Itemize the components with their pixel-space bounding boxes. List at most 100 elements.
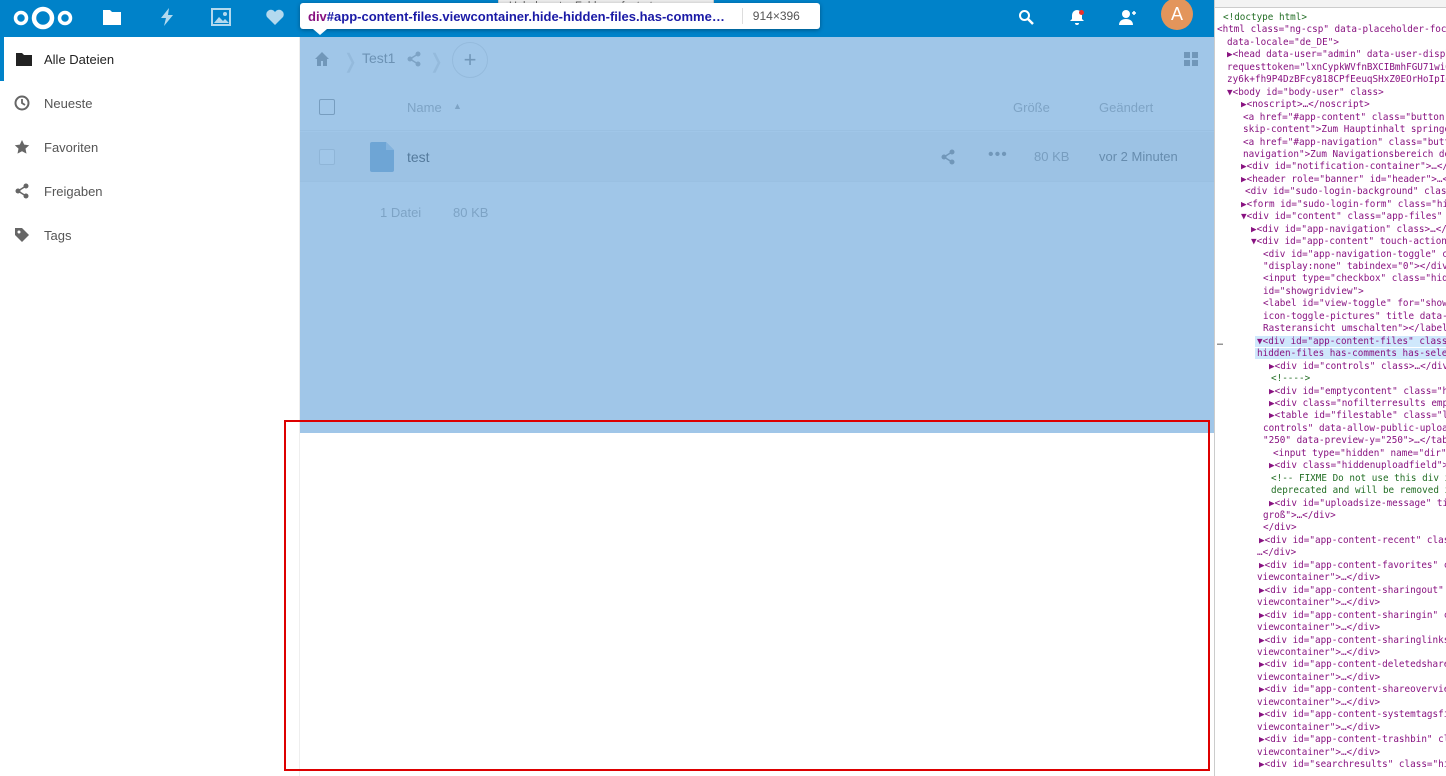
home-icon[interactable]	[314, 51, 330, 72]
notifications-icon[interactable]	[1064, 4, 1090, 30]
grid-view-icon[interactable]	[1183, 51, 1199, 72]
dom-node-line[interactable]: ▶<head data-user="admin" data-user-displ…	[1227, 49, 1446, 60]
dom-node-line[interactable]: <div id="sudo-login-background" class=	[1245, 186, 1446, 197]
column-header-modified[interactable]: Geändert	[1099, 100, 1153, 115]
search-icon[interactable]	[1013, 4, 1039, 30]
dom-node-line[interactable]: hidden-files has-comments has-select	[1255, 348, 1446, 360]
dom-node-line[interactable]: <a href="#app-content" class="button p	[1243, 112, 1446, 123]
avatar[interactable]: A	[1161, 0, 1193, 30]
column-header-name[interactable]: Name	[407, 100, 442, 115]
dom-node-line[interactable]: viewcontainer">…</div>	[1257, 597, 1380, 608]
dom-node-line[interactable]: ▶<div id="controls" class>…</div>	[1269, 361, 1446, 372]
dom-node-line[interactable]: <input type="hidden" name="dir" i	[1273, 448, 1446, 459]
dom-node-line[interactable]: navigation">Zum Navigationsbereich der	[1243, 149, 1446, 160]
dom-node-line[interactable]: viewcontainer">…</div>	[1257, 572, 1380, 583]
dom-node-line[interactable]: requesttoken="lxnCypkWVfnBXCIBmhFGU71wiO…	[1227, 62, 1446, 73]
dom-node-line[interactable]: viewcontainer">…</div>	[1257, 722, 1380, 733]
column-header-size[interactable]: Größe	[1013, 100, 1050, 115]
dom-node-line[interactable]: ▶<div id="app-content-systemtagsfilt	[1259, 709, 1446, 720]
dom-node-line[interactable]: viewcontainer">…</div>	[1257, 622, 1380, 633]
dom-node-line[interactable]: ▶<div id="app-content-shareoverview"	[1259, 684, 1446, 695]
files-icon[interactable]	[99, 4, 125, 30]
dom-node-line[interactable]: ▼<div id="app-content-files" class="	[1255, 335, 1446, 347]
dom-node-line[interactable]: ▶<div id="app-navigation" class>…</div	[1251, 224, 1446, 235]
dom-node-line[interactable]: controls" data-allow-public-upload	[1263, 423, 1446, 434]
dom-node-line[interactable]: ▶<div class="nofilterresults empty	[1269, 398, 1446, 409]
dom-node-line[interactable]: Rasteransicht umschalten"></label>	[1263, 323, 1446, 334]
dom-node-line[interactable]: zy6k+fh9P4DzBFcy818CPfEeuqSHxZ0EOrHoIpId…	[1227, 74, 1446, 85]
dom-node-line[interactable]: <!doctype html>	[1223, 12, 1307, 23]
dom-node-line[interactable]: "250" data-preview-y="250">…</tabl	[1263, 435, 1446, 446]
dom-node-line[interactable]: ▶<div id="app-content-recent" class	[1259, 535, 1446, 546]
table-header: Name ▲ Größe Geändert	[300, 87, 1214, 131]
devtools-toolbar	[1215, 0, 1446, 8]
dom-node-line[interactable]: deprecated and will be removed in	[1271, 485, 1446, 496]
dom-node-line[interactable]: <!-- FIXME Do not use this div in	[1271, 473, 1446, 484]
file-name[interactable]: test	[407, 149, 430, 165]
favorites-icon[interactable]	[262, 4, 288, 30]
share-icon[interactable]	[940, 149, 956, 168]
more-actions-icon[interactable]: •••	[988, 146, 1008, 164]
dom-node-line[interactable]: <div id="app-navigation-toggle" cla	[1263, 249, 1446, 260]
dom-node-line[interactable]: …</div>	[1257, 547, 1296, 558]
dom-node-line[interactable]: viewcontainer">…</div>	[1257, 747, 1380, 758]
select-all-checkbox[interactable]	[319, 99, 335, 115]
photos-icon[interactable]	[208, 4, 234, 30]
dom-node-line[interactable]: <label id="view-toggle" for="showgr	[1263, 298, 1446, 309]
dom-node-line[interactable]: "display:none" tabindex="0"></div>	[1263, 261, 1446, 272]
dom-node-line[interactable]: ▶<div id="app-content-sharingin" cla	[1259, 610, 1446, 621]
dom-node-line[interactable]: ▶<div class="hiddenuploadfield">…<	[1269, 460, 1446, 471]
dom-node-line[interactable]: icon-toggle-pictures" title data-or	[1263, 311, 1446, 322]
dom-node-line[interactable]: ▼<div id="content" class="app-files" ro	[1241, 211, 1446, 222]
dom-node-line[interactable]: ▼<body id="body-user" class>	[1227, 87, 1384, 98]
dom-node-line[interactable]: ▶<div id="emptycontent" class="hid	[1269, 386, 1446, 397]
dom-node-line[interactable]: ▶<form id="sudo-login-form" class="hidd	[1241, 199, 1446, 210]
dom-node-line[interactable]: skip-content">Zum Hauptinhalt springen	[1243, 124, 1446, 135]
activity-icon[interactable]	[154, 4, 180, 30]
dom-node-line[interactable]: ▶<div id="app-content-deletedshares"	[1259, 659, 1446, 670]
dom-node-line[interactable]: id="showgridview">	[1263, 286, 1364, 297]
dom-node-line[interactable]: ▶<div id="app-content-sharinglinks"	[1259, 635, 1446, 646]
tooltip-selector: #app-content-files.viewcontainer.hide-hi…	[326, 8, 732, 24]
dom-node-line[interactable]: viewcontainer">…</div>	[1257, 672, 1380, 683]
nav-item-favorites[interactable]: Favoriten	[0, 125, 300, 169]
dom-node-line[interactable]: data-locale="de_DE">	[1227, 37, 1339, 48]
dom-node-line[interactable]: <input type="checkbox" class="hidde	[1263, 273, 1446, 284]
dom-node-line[interactable]: ▶<div id="uploadsize-message" titl	[1269, 498, 1446, 509]
dom-node-line[interactable]: viewcontainer">…</div>	[1257, 697, 1380, 708]
row-checkbox[interactable]	[319, 149, 335, 165]
app-navigation: Alle Dateien Neueste Favoriten Freigaben…	[0, 37, 300, 776]
clock-icon	[0, 81, 44, 125]
dom-node-line[interactable]: ▶<div id="notification-container">…</di	[1241, 161, 1446, 172]
nav-item-shares[interactable]: Freigaben	[0, 169, 300, 213]
dom-node-line[interactable]: ▶<div id="app-content-trashbin" clas	[1259, 734, 1446, 745]
summary-count: 1 Datei	[380, 205, 422, 220]
dom-node-line[interactable]: ▶<div id="searchresults" class="hidd	[1259, 759, 1446, 770]
nav-item-all-files[interactable]: Alle Dateien	[0, 37, 300, 81]
tooltip-divider	[741, 8, 743, 24]
dom-node-line[interactable]: ▶<noscript>…</noscript>	[1241, 99, 1370, 110]
selected-node-marker[interactable]: …	[1217, 337, 1223, 348]
contacts-icon[interactable]	[1114, 4, 1140, 30]
nextcloud-logo[interactable]	[12, 4, 74, 32]
dom-node-line[interactable]: viewcontainer">…</div>	[1257, 647, 1380, 658]
breadcrumb-current[interactable]: Test1	[362, 50, 395, 66]
dom-node-line[interactable]: ▶<header role="banner" id="header">…</h	[1241, 174, 1446, 185]
dom-node-line[interactable]: </div>	[1263, 522, 1297, 533]
share-icon[interactable]	[406, 51, 422, 72]
dom-node-line[interactable]: ▶<div id="app-content-sharingout" cl	[1259, 585, 1446, 596]
dom-node-line[interactable]: groß">…</div>	[1263, 510, 1336, 521]
files-view: ❭ Test1 ❭ + Name ▲ Größe Geändert test •…	[300, 37, 1214, 433]
dom-node-line[interactable]: <a href="#app-navigation" class="butto	[1243, 137, 1446, 148]
dom-node-line[interactable]: <html class="ng-csp" data-placeholder-fo…	[1217, 24, 1446, 35]
nav-item-tags[interactable]: Tags	[0, 213, 300, 257]
dom-node-line[interactable]: ▶<table id="filestable" class="lis	[1269, 410, 1446, 421]
dom-node-line[interactable]: ▼<div id="app-content" touch-action="p	[1251, 236, 1446, 247]
inspector-tooltip: div #app-content-files.viewcontainer.hid…	[300, 3, 820, 29]
nav-item-recent[interactable]: Neueste	[0, 81, 300, 125]
dom-node-line[interactable]: ▶<div id="app-content-favorites" cla	[1259, 560, 1446, 571]
dom-node-line[interactable]: <!---->	[1271, 373, 1310, 384]
add-button[interactable]: +	[452, 42, 488, 78]
plus-icon: +	[463, 47, 477, 72]
table-row[interactable]: test ••• 80 KB vor 2 Minuten	[300, 132, 1214, 182]
